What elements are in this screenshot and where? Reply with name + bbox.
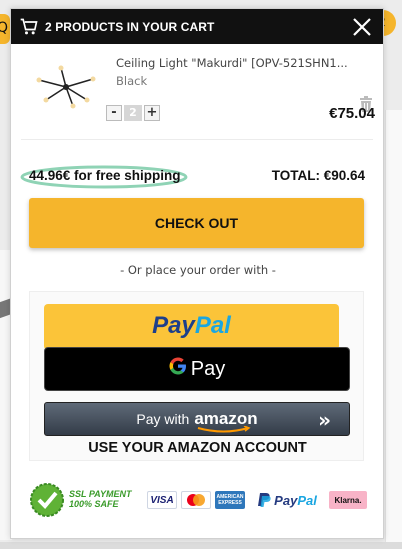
express-payment-box: PayPal Pay Pay with amazon » USE YOUR AM… — [29, 291, 364, 461]
google-pay-label: Pay — [190, 357, 226, 380]
amazon-pay-prefix: Pay with — [136, 411, 190, 427]
amex-logo: AMERICAN EXPRESS — [215, 491, 245, 509]
cart-summary: 44.96€ for free shipping TOTAL: €90.64 — [11, 159, 385, 191]
visa-logo: VISA — [147, 491, 177, 509]
mastercard-svg — [187, 494, 205, 506]
decrement-button[interactable]: - — [106, 105, 122, 121]
close-icon[interactable] — [351, 16, 373, 38]
product-variant: Black — [116, 74, 148, 88]
search-icon: Q — [0, 20, 9, 36]
product-image[interactable] — [31, 62, 101, 112]
background-footer — [0, 542, 402, 549]
amazon-smile-icon — [198, 426, 251, 433]
paypal-logo-part1: Pay — [152, 312, 195, 339]
google-g-icon — [169, 357, 187, 381]
checkout-button[interactable]: CHECK OUT — [29, 198, 364, 248]
google-pay-button[interactable]: Pay — [44, 347, 350, 391]
ssl-check-icon — [30, 483, 64, 517]
cart-header: 2 PRODUCTS IN YOUR CART — [11, 9, 383, 44]
free-shipping-text: 44.96€ for free shipping — [29, 168, 181, 183]
amazon-logo: amazon — [194, 409, 258, 433]
ssl-text: SSL PAYMENT 100% SAFE — [69, 489, 132, 509]
paypal-logo-text-2: Pal — [297, 492, 317, 508]
double-chevron-icon: » — [318, 408, 331, 432]
trust-badges: SSL PAYMENT 100% SAFE VISA AMERICAN EXPR… — [29, 482, 369, 522]
klarna-logo: Klarna. — [329, 491, 367, 509]
background-panel-right — [385, 110, 402, 549]
paypal-button[interactable]: PayPal — [44, 304, 339, 350]
cart-icon — [20, 18, 38, 34]
cart-popup: 2 PRODUCTS IN YOUR CART Ceiling Light "M… — [10, 8, 384, 539]
cart-title: 2 PRODUCTS IN YOUR CART — [45, 19, 215, 34]
paypal-logo: Pay Pal — [249, 490, 325, 510]
product-name[interactable]: Ceiling Light "Makurdi" [OPV-521SHN1... — [116, 56, 351, 70]
alt-payment-divider: - Or place your order with - — [120, 263, 276, 277]
ssl-line-1: SSL PAYMENT — [69, 489, 132, 499]
google-g-svg — [169, 357, 186, 375]
payment-logos: VISA AMERICAN EXPRESS Pay Pal Klarna. — [147, 490, 367, 510]
ssl-line-2: 100% SAFE — [69, 499, 119, 509]
cart-total: TOTAL: €90.64 — [271, 168, 365, 183]
increment-button[interactable]: + — [144, 105, 160, 121]
paypal-p-icon — [258, 493, 271, 507]
mastercard-icon — [181, 491, 211, 509]
background-search-button: Q — [0, 14, 10, 44]
quantity-stepper: - 2 + — [106, 105, 160, 121]
cart-item: Ceiling Light "Makurdi" [OPV-521SHN1... … — [21, 44, 373, 140]
amazon-pay-button[interactable]: Pay with amazon » — [44, 402, 350, 436]
amazon-caption: USE YOUR AMAZON ACCOUNT — [88, 440, 307, 456]
paypal-logo-part2: Pal — [194, 312, 231, 339]
quantity-value[interactable]: 2 — [124, 105, 142, 121]
item-price: €75.04 — [329, 105, 375, 122]
paypal-logo-text-1: Pay — [274, 492, 298, 508]
